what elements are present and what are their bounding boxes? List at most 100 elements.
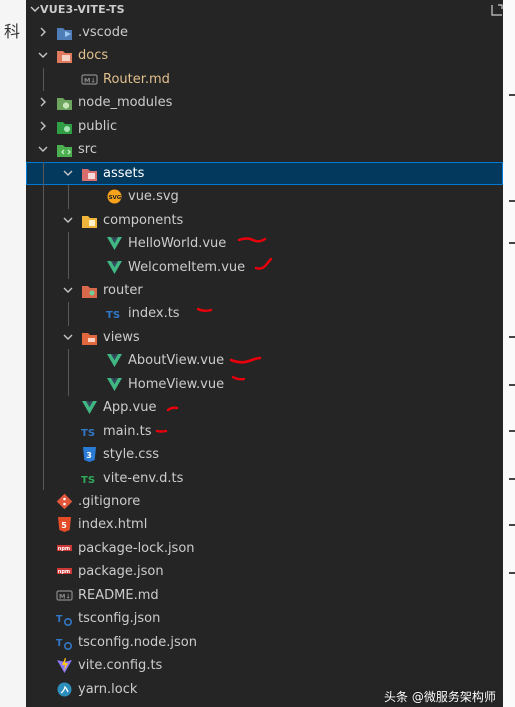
svg-icon: SVG bbox=[107, 189, 122, 204]
tree-indent-guide bbox=[68, 232, 69, 279]
tree-item-label: tsconfig.node.json bbox=[78, 634, 197, 650]
svg-text:SVG: SVG bbox=[109, 195, 122, 201]
vite-icon bbox=[57, 658, 72, 674]
tree-item-label: vite.config.ts bbox=[78, 658, 163, 674]
tree-item[interactable]: 5 index.html bbox=[26, 513, 503, 536]
tree-indent-guide bbox=[43, 161, 44, 490]
tree-item-label: main.ts bbox=[103, 423, 152, 439]
components-folder-icon bbox=[82, 215, 97, 228]
tree-item[interactable]: HomeView.vue bbox=[26, 373, 503, 396]
tree-item[interactable]: M↓ README.md bbox=[26, 584, 503, 607]
red-annotation-helloworld bbox=[237, 237, 267, 243]
tree-item[interactable]: vite.config.ts bbox=[26, 654, 503, 677]
background-document-right bbox=[503, 0, 515, 707]
tree-item-label: package.json bbox=[78, 564, 164, 580]
explorer-title: VUE3-VITE-TS bbox=[40, 3, 125, 16]
npm-icon: npm bbox=[57, 568, 72, 575]
yarn-icon bbox=[57, 682, 72, 697]
chevron-down-icon[interactable] bbox=[36, 48, 50, 62]
tree-item[interactable]: App.vue bbox=[26, 396, 503, 419]
tree-item[interactable]: TS index.ts bbox=[26, 302, 503, 325]
vue-icon bbox=[107, 354, 122, 368]
svg-text:TS: TS bbox=[81, 428, 95, 439]
assets-folder-icon bbox=[82, 168, 97, 181]
tree-item[interactable]: node_modules bbox=[26, 91, 503, 114]
background-document: 科 bbox=[0, 0, 26, 707]
tree-item[interactable]: public bbox=[26, 115, 503, 138]
views-folder-icon bbox=[82, 332, 97, 345]
tree-item-label: App.vue bbox=[103, 400, 157, 416]
tree-item[interactable]: components bbox=[26, 209, 503, 232]
markdown-icon: M↓ bbox=[81, 74, 98, 85]
tree-item[interactable]: views bbox=[26, 326, 503, 349]
tree-item[interactable]: AboutView.vue bbox=[26, 349, 503, 372]
tree-indent-guide bbox=[68, 185, 69, 209]
tree-item-label: src bbox=[78, 142, 97, 158]
chevron-down-icon[interactable] bbox=[61, 283, 75, 297]
html-icon: 5 bbox=[58, 517, 71, 533]
svg-text:TS: TS bbox=[106, 310, 120, 321]
vue-icon bbox=[107, 260, 122, 274]
tree-item-label: components bbox=[103, 212, 184, 228]
tree-item-label: HomeView.vue bbox=[128, 376, 225, 392]
tree-item-label: vite-env.d.ts bbox=[103, 470, 184, 486]
tree-item-label: views bbox=[103, 329, 140, 345]
svg-text:3: 3 bbox=[86, 451, 92, 460]
vue-icon bbox=[107, 377, 122, 391]
red-annotation-homeview bbox=[231, 375, 246, 381]
tree-item-label: style.css bbox=[103, 447, 159, 463]
svg-text:npm: npm bbox=[58, 569, 70, 575]
tree-item[interactable]: Ttsconfig.json bbox=[26, 607, 503, 630]
tree-item-label: WelcomeItem.vue bbox=[128, 259, 246, 275]
tree-item[interactable]: SVG vue.svg bbox=[26, 185, 503, 208]
tree-item-label: node_modules bbox=[78, 95, 173, 111]
tree-item[interactable]: src bbox=[26, 138, 503, 161]
tree-item-label: assets bbox=[103, 165, 145, 181]
svg-text:T: T bbox=[56, 614, 63, 625]
red-annotation-welcomeitem bbox=[254, 257, 273, 270]
tree-item[interactable]: npm package.json bbox=[26, 560, 503, 583]
svg-text:M↓: M↓ bbox=[59, 592, 71, 600]
chevron-right-icon[interactable] bbox=[36, 95, 50, 109]
tree-item[interactable]: assets bbox=[26, 161, 503, 185]
docs-folder-icon bbox=[57, 51, 72, 64]
tree-item-label: public bbox=[78, 118, 118, 134]
typescript-icon: TS bbox=[81, 428, 95, 439]
tree-item[interactable]: router bbox=[26, 279, 503, 302]
tree-item[interactable]: Ttsconfig.node.json bbox=[26, 631, 503, 654]
tree-item[interactable]: 3 style.css bbox=[26, 443, 503, 466]
tree-item[interactable]: .gitignore bbox=[26, 490, 503, 513]
tree-item[interactable]: TS vite-env.d.ts bbox=[26, 467, 503, 490]
chevron-down-icon[interactable] bbox=[61, 330, 75, 344]
tree-item-label: index.html bbox=[78, 517, 148, 533]
tree-item-label: tsconfig.json bbox=[78, 611, 161, 627]
tree-item[interactable]: npm package-lock.json bbox=[26, 537, 503, 560]
typescript-def-icon: TS bbox=[81, 475, 95, 486]
tree-item[interactable]: docs bbox=[26, 44, 503, 67]
background-document-char: 科 bbox=[4, 22, 21, 41]
vue-icon bbox=[107, 237, 122, 251]
tree-item-label: index.ts bbox=[128, 306, 180, 322]
tree-item[interactable]: TS main.ts bbox=[26, 420, 503, 443]
tree-item[interactable]: .vscode bbox=[26, 21, 503, 44]
explorer-header[interactable]: VUE3-VITE-TS bbox=[26, 0, 503, 20]
chevron-down-icon[interactable] bbox=[61, 213, 75, 227]
chevron-down-icon[interactable] bbox=[61, 166, 75, 180]
svg-text:M↓: M↓ bbox=[84, 76, 96, 84]
chevron-down-icon[interactable] bbox=[36, 142, 50, 156]
red-annotation-index-ts bbox=[196, 307, 213, 312]
tree-item-label: router bbox=[103, 282, 143, 298]
tree-item-label: AboutView.vue bbox=[128, 353, 225, 369]
svg-text:npm: npm bbox=[58, 546, 70, 552]
svg-text:T: T bbox=[56, 638, 63, 649]
explorer-panel: VUE3-VITE-TS .vscode docs M↓ Router.md node_… bbox=[26, 0, 503, 707]
collapse-all-icon[interactable] bbox=[490, 3, 503, 17]
chevron-right-icon[interactable] bbox=[36, 119, 50, 133]
tree-item[interactable]: M↓ Router.md bbox=[26, 68, 503, 91]
src-folder-icon bbox=[57, 145, 72, 158]
red-annotation-aboutview bbox=[229, 356, 262, 364]
svg-text:5: 5 bbox=[61, 521, 67, 530]
chevron-right-icon[interactable] bbox=[36, 25, 50, 39]
tree-item-label: vue.svg bbox=[128, 189, 179, 205]
tsconfig-icon: T bbox=[56, 638, 73, 650]
